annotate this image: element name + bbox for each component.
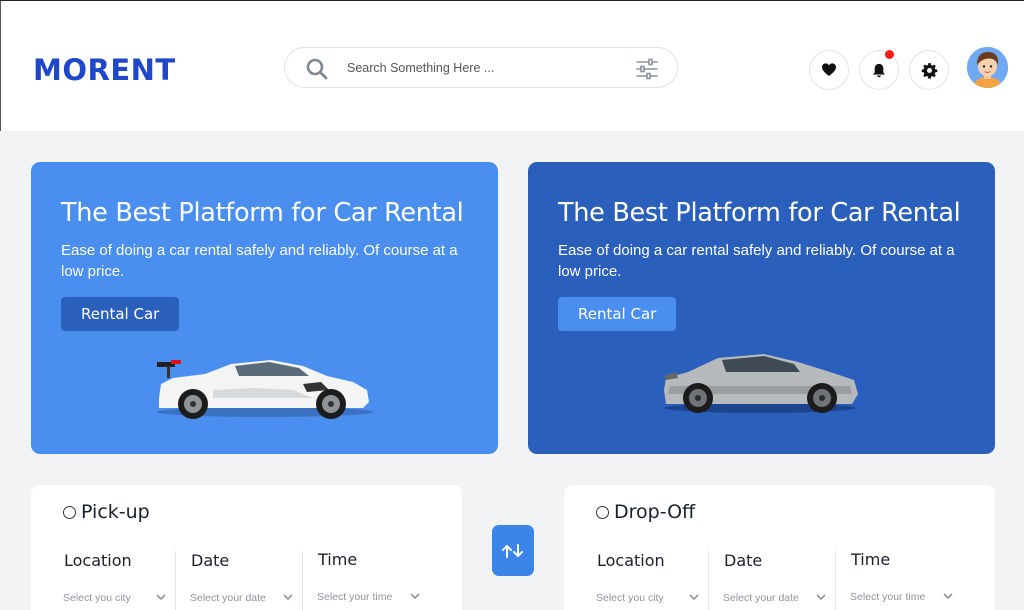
pickup-location-select[interactable]: Location Select you city — [63, 551, 174, 610]
banner-title: The Best Platform for Car Rental — [61, 198, 464, 228]
user-avatar-icon — [967, 47, 1008, 88]
pickup-title: Pick-up — [63, 501, 150, 523]
pickup-time-select[interactable]: Time Select your time — [317, 550, 428, 610]
divider — [175, 551, 176, 610]
dropoff-panel: Drop-Off Location Select you city Date S… — [564, 485, 995, 610]
chevron-down-icon — [283, 594, 293, 601]
heart-icon — [822, 63, 836, 76]
filter-icon[interactable] — [635, 57, 659, 81]
logo[interactable]: MORENT — [33, 53, 176, 87]
pickup-panel: Pick-up Location Select you city Date Se… — [31, 485, 462, 610]
chevron-down-icon — [410, 593, 420, 600]
chevron-down-icon — [689, 594, 699, 601]
pickup-date-placeholder: Select your date — [190, 592, 266, 604]
divider — [302, 551, 303, 610]
dropoff-location-placeholder: Select you city — [596, 592, 664, 604]
banner-title: The Best Platform for Car Rental — [558, 198, 961, 228]
chevron-down-icon — [943, 593, 953, 600]
notification-dot — [885, 50, 894, 59]
rental-car-button[interactable]: Rental Car — [558, 297, 677, 331]
dropoff-date-select[interactable]: Date Select your date — [723, 551, 834, 610]
swap-button[interactable] — [492, 525, 534, 576]
promo-banner-2: The Best Platform for Car Rental Ease of… — [528, 162, 995, 454]
pickup-radio[interactable] — [63, 505, 76, 519]
settings-button[interactable] — [909, 50, 949, 90]
dropoff-time-placeholder: Select your time — [850, 591, 926, 603]
chevron-down-icon — [816, 594, 826, 601]
dropoff-date-placeholder: Select your date — [723, 592, 799, 604]
banner-description: Ease of doing a car rental safely and re… — [61, 242, 458, 280]
search-icon[interactable] — [305, 57, 329, 81]
divider — [708, 551, 709, 610]
dropoff-time-select[interactable]: Time Select your time — [850, 550, 961, 610]
swap-arrows-icon — [502, 543, 523, 558]
dropoff-radio[interactable] — [596, 505, 609, 519]
notifications-button[interactable] — [859, 50, 899, 90]
promo-banner-1: The Best Platform for Car Rental Ease of… — [31, 162, 498, 454]
divider — [835, 551, 836, 610]
pickup-date-select[interactable]: Date Select your date — [190, 551, 301, 610]
dropoff-title: Drop-Off — [596, 501, 695, 523]
dropoff-location-select[interactable]: Location Select you city — [596, 551, 707, 610]
white-supercar-image — [157, 360, 373, 419]
pickup-location-placeholder: Select you city — [63, 592, 131, 604]
bell-icon — [873, 63, 885, 77]
search-input[interactable] — [347, 58, 617, 78]
avatar[interactable] — [967, 47, 1008, 88]
banner-description: Ease of doing a car rental safely and re… — [558, 242, 955, 280]
top-header: MORENT — [0, 0, 1024, 131]
pickup-time-placeholder: Select your time — [317, 591, 393, 603]
search-bar[interactable] — [284, 47, 678, 88]
chevron-down-icon — [156, 594, 166, 601]
favorites-button[interactable] — [809, 50, 849, 90]
gear-icon — [921, 62, 937, 79]
rental-car-button[interactable]: Rental Car — [61, 297, 180, 331]
silver-sports-car-image — [664, 354, 858, 413]
